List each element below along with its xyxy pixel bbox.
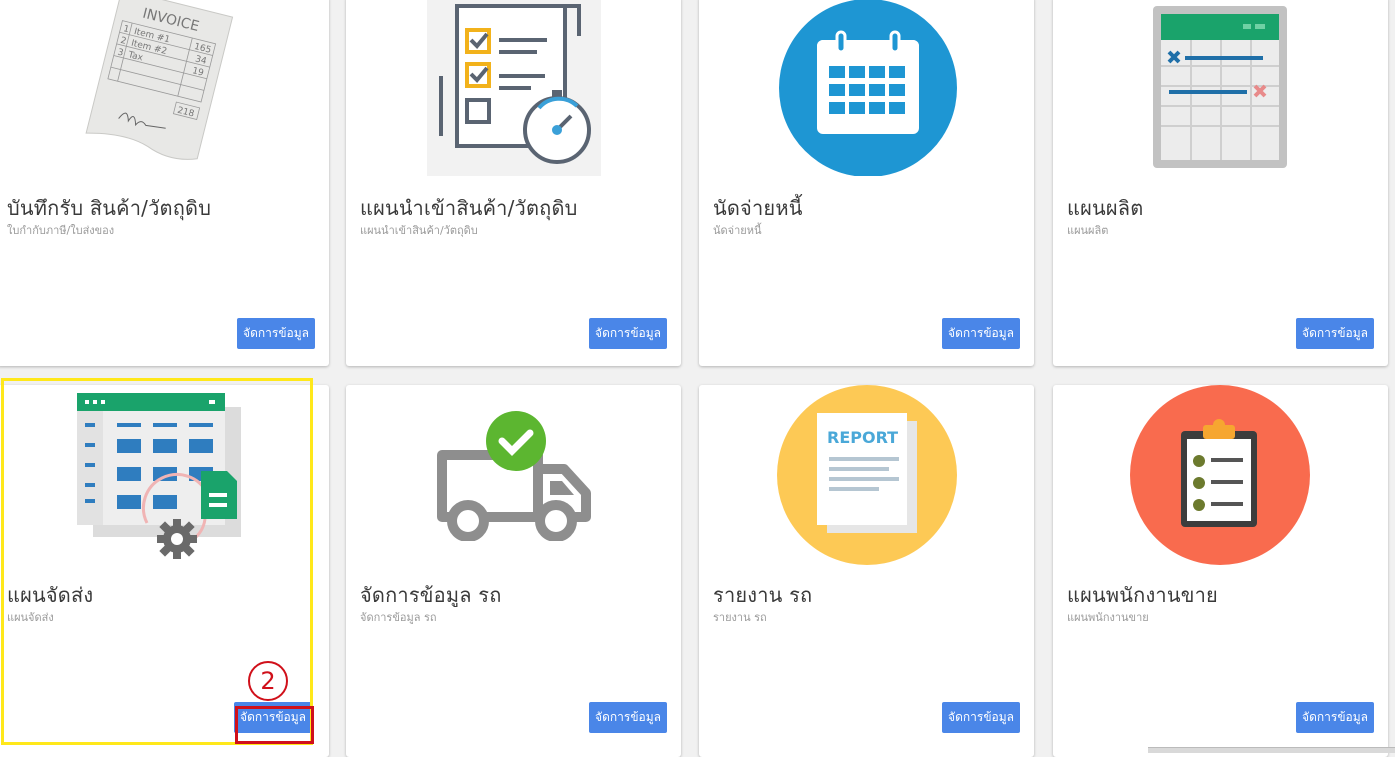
- card-subtitle: แผนผลิต: [1067, 224, 1109, 237]
- invoice-icon: INVOICE 1 Item #1 165 2 Item #2 34 3 Tax…: [69, 0, 239, 164]
- card-subtitle: แผนนำเข้าสินค้า/วัตถุดิบ: [360, 224, 478, 237]
- card-subtitle: จัดการข้อมูล รถ: [360, 611, 437, 624]
- card-title: แผนนำเข้าสินค้า/วัตถุดิบ: [360, 196, 578, 220]
- manage-data-button[interactable]: จัดการข้อมูล: [589, 702, 667, 733]
- spreadsheet-gear-icon: [77, 393, 247, 563]
- checklist-stopwatch-icon: [427, 0, 601, 176]
- manage-data-button[interactable]: จัดการข้อมูล: [589, 318, 667, 349]
- card-debt-payment: นัดจ่ายหนี้ นัดจ่ายหนี้ จัดการข้อมูล: [699, 0, 1034, 366]
- card-subtitle: รายงาน รถ: [713, 611, 767, 624]
- clipboard-checklist-icon: [1129, 385, 1311, 565]
- report-label: REPORT: [827, 428, 898, 447]
- step-number-marker: 2: [248, 661, 288, 701]
- report-icon: REPORT: [777, 385, 957, 565]
- card-subtitle: นัดจ่ายหนี้: [713, 224, 762, 237]
- spreadsheet-icon: [1151, 4, 1289, 170]
- card-title: รายงาน รถ: [713, 583, 813, 607]
- card-goods-receipt: INVOICE 1 Item #1 165 2 Item #2 34 3 Tax…: [0, 0, 329, 366]
- card-delivery-plan: แผนจัดส่ง แผนจัดส่ง จัดการข้อมูล: [0, 385, 329, 757]
- card-subtitle: แผนจัดส่ง: [7, 611, 54, 624]
- card-subtitle: แผนพนักงานขาย: [1067, 611, 1149, 624]
- manage-data-button[interactable]: จัดการข้อมูล: [942, 702, 1020, 733]
- card-title: นัดจ่ายหนี้: [713, 196, 803, 220]
- card-title: บันทึกรับ สินค้า/วัตถุดิบ: [7, 196, 212, 220]
- card-import-plan: แผนนำเข้าสินค้า/วัตถุดิบ แผนนำเข้าสินค้า…: [346, 0, 681, 366]
- card-title: แผนพนักงานขาย: [1067, 583, 1218, 607]
- card-title: แผนผลิต: [1067, 196, 1144, 220]
- card-sales-plan: แผนพนักงานขาย แผนพนักงานขาย จัดการข้อมูล: [1053, 385, 1388, 757]
- manage-data-button[interactable]: จัดการข้อมูล: [1296, 318, 1374, 349]
- card-title: จัดการข้อมูล รถ: [360, 583, 502, 607]
- manage-data-button[interactable]: จัดการข้อมูล: [237, 318, 315, 349]
- manage-data-button[interactable]: จัดการข้อมูล: [234, 702, 312, 733]
- card-production-plan: แผนผลิต แผนผลิต จัดการข้อมูล: [1053, 0, 1388, 366]
- truck-check-icon: [434, 409, 594, 542]
- card-title: แผนจัดส่ง: [7, 583, 94, 607]
- card-subtitle: ใบกำกับภาษี/ใบส่งของ: [7, 224, 115, 237]
- manage-data-button[interactable]: จัดการข้อมูล: [942, 318, 1020, 349]
- horizontal-scrollbar[interactable]: [1148, 747, 1395, 753]
- card-vehicle-data: จัดการข้อมูล รถ จัดการข้อมูล รถ จัดการข้…: [346, 385, 681, 757]
- card-vehicle-report: REPORT รายงาน รถ รายงาน รถ จัดการข้อมูล: [699, 385, 1034, 757]
- manage-data-button[interactable]: จัดการข้อมูล: [1296, 702, 1374, 733]
- calendar-icon: [779, 0, 957, 177]
